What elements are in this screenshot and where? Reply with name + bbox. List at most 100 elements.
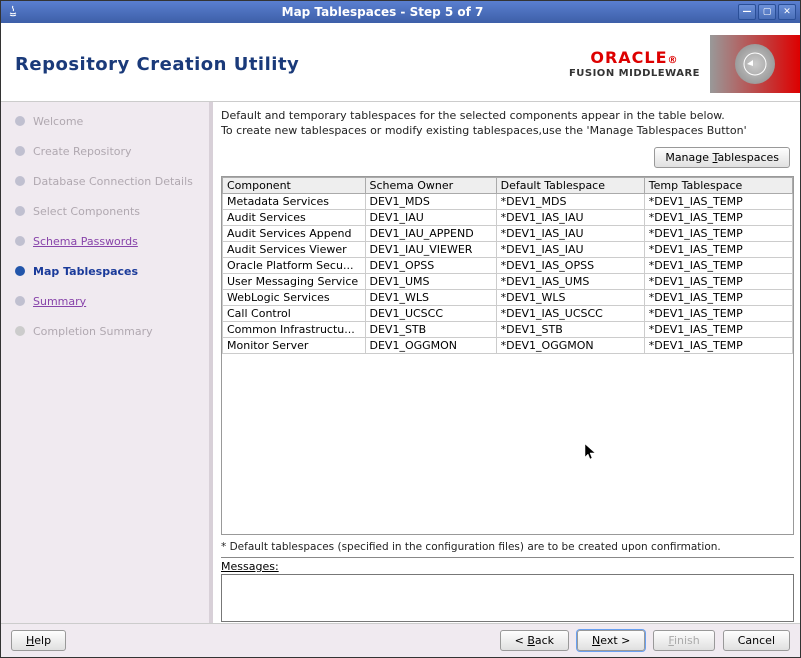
wizard-step-5: Map Tablespaces [1, 262, 209, 280]
cell-c4[interactable]: *DEV1_IAS_TEMP [644, 257, 792, 273]
fusion-middleware-text: FUSION MIDDLEWARE [569, 68, 700, 80]
wizard-step-4[interactable]: Schema Passwords [1, 232, 209, 250]
table-empty-area [222, 354, 793, 534]
minimize-button[interactable]: — [738, 4, 756, 20]
titlebar: Map Tablespaces - Step 5 of 7 — ▢ ✕ [1, 1, 800, 23]
wizard-step-0: Welcome [1, 112, 209, 130]
table-row[interactable]: Audit Services AppendDEV1_IAU_APPEND*DEV… [223, 225, 793, 241]
table-row[interactable]: Common Infrastructu...DEV1_STB*DEV1_STB*… [223, 321, 793, 337]
tablespace-table[interactable]: Component Schema Owner Default Tablespac… [221, 176, 794, 535]
finish-button: Finish [653, 630, 714, 651]
cell-c4[interactable]: *DEV1_IAS_TEMP [644, 241, 792, 257]
col-schema-owner[interactable]: Schema Owner [365, 177, 496, 193]
cell-c1[interactable]: Call Control [223, 305, 366, 321]
app-title: Repository Creation Utility [15, 54, 299, 75]
table-row[interactable]: WebLogic ServicesDEV1_WLS*DEV1_WLS*DEV1_… [223, 289, 793, 305]
table-row[interactable]: Audit ServicesDEV1_IAU*DEV1_IAS_IAU*DEV1… [223, 209, 793, 225]
cell-c2[interactable]: DEV1_UCSCC [365, 305, 496, 321]
footer: Help < Back Next > Finish Cancel [1, 623, 800, 657]
cell-c1[interactable]: Monitor Server [223, 337, 366, 353]
cell-c2[interactable]: DEV1_IAU [365, 209, 496, 225]
cell-c3[interactable]: *DEV1_IAS_IAU [496, 209, 644, 225]
cell-c2[interactable]: DEV1_STB [365, 321, 496, 337]
step-label: Database Connection Details [33, 175, 193, 188]
cell-c1[interactable]: Common Infrastructu... [223, 321, 366, 337]
cell-c1[interactable]: User Messaging Service [223, 273, 366, 289]
cell-c2[interactable]: DEV1_UMS [365, 273, 496, 289]
table-row[interactable]: Metadata ServicesDEV1_MDS*DEV1_MDS*DEV1_… [223, 193, 793, 209]
cell-c3[interactable]: *DEV1_IAS_UCSCC [496, 305, 644, 321]
body: Welcome Create Repository Database Connect… [1, 102, 800, 623]
manage-tablespaces-button[interactable]: Manage Tablespaces [654, 147, 790, 168]
instruction-line: To create new tablespaces or modify exis… [221, 123, 794, 138]
cell-c3[interactable]: *DEV1_OGGMON [496, 337, 644, 353]
brand-stripe [710, 35, 800, 93]
wizard-step-2: Database Connection Details [1, 172, 209, 190]
cell-c3[interactable]: *DEV1_IAS_IAU [496, 225, 644, 241]
window-title: Map Tablespaces - Step 5 of 7 [27, 5, 738, 19]
next-button[interactable]: Next > [577, 630, 645, 651]
cell-c1[interactable]: Audit Services [223, 209, 366, 225]
cancel-button[interactable]: Cancel [723, 630, 790, 651]
col-component[interactable]: Component [223, 177, 366, 193]
content-panel: Default and temporary tablespaces for th… [209, 102, 800, 623]
step-dot-icon [15, 206, 25, 216]
cell-c1[interactable]: Oracle Platform Secu... [223, 257, 366, 273]
cell-c3[interactable]: *DEV1_IAS_IAU [496, 241, 644, 257]
table-row[interactable]: Call ControlDEV1_UCSCC*DEV1_IAS_UCSCC*DE… [223, 305, 793, 321]
cell-c1[interactable]: Metadata Services [223, 193, 366, 209]
cell-c1[interactable]: WebLogic Services [223, 289, 366, 305]
cell-c1[interactable]: Audit Services Viewer [223, 241, 366, 257]
cell-c4[interactable]: *DEV1_IAS_TEMP [644, 225, 792, 241]
step-dot-icon [15, 296, 25, 306]
messages-area[interactable] [221, 574, 794, 622]
step-dot-icon [15, 146, 25, 156]
cell-c3[interactable]: *DEV1_STB [496, 321, 644, 337]
instructions: Default and temporary tablespaces for th… [221, 106, 794, 143]
cell-c3[interactable]: *DEV1_MDS [496, 193, 644, 209]
table-row[interactable]: User Messaging ServiceDEV1_UMS*DEV1_IAS_… [223, 273, 793, 289]
app-window: Map Tablespaces - Step 5 of 7 — ▢ ✕ Repo… [0, 0, 801, 658]
wizard-step-3: Select Components [1, 202, 209, 220]
cell-c4[interactable]: *DEV1_IAS_TEMP [644, 337, 792, 353]
cell-c2[interactable]: DEV1_OPSS [365, 257, 496, 273]
step-label: Select Components [33, 205, 140, 218]
cell-c2[interactable]: DEV1_MDS [365, 193, 496, 209]
step-label: Map Tablespaces [33, 265, 138, 278]
cell-c4[interactable]: *DEV1_IAS_TEMP [644, 273, 792, 289]
wizard-step-1: Create Repository [1, 142, 209, 160]
cell-c2[interactable]: DEV1_IAU_VIEWER [365, 241, 496, 257]
step-dot-icon [15, 176, 25, 186]
brand-stripe-icon [735, 44, 775, 84]
table-row[interactable]: Oracle Platform Secu...DEV1_OPSS*DEV1_IA… [223, 257, 793, 273]
step-label: Completion Summary [33, 325, 153, 338]
step-label: Create Repository [33, 145, 132, 158]
cell-c4[interactable]: *DEV1_IAS_TEMP [644, 209, 792, 225]
cell-c4[interactable]: *DEV1_IAS_TEMP [644, 289, 792, 305]
cell-c3[interactable]: *DEV1_IAS_OPSS [496, 257, 644, 273]
col-default-tablespace[interactable]: Default Tablespace [496, 177, 644, 193]
cell-c4[interactable]: *DEV1_IAS_TEMP [644, 193, 792, 209]
maximize-button[interactable]: ▢ [758, 4, 776, 20]
cell-c3[interactable]: *DEV1_WLS [496, 289, 644, 305]
header: Repository Creation Utility ORACLE® FUSI… [1, 23, 800, 102]
cell-c3[interactable]: *DEV1_IAS_UMS [496, 273, 644, 289]
table-row[interactable]: Monitor ServerDEV1_OGGMON*DEV1_OGGMON*DE… [223, 337, 793, 353]
wizard-step-6[interactable]: Summary [1, 292, 209, 310]
help-button[interactable]: Help [11, 630, 66, 651]
table-row[interactable]: Audit Services ViewerDEV1_IAU_VIEWER*DEV… [223, 241, 793, 257]
cell-c2[interactable]: DEV1_OGGMON [365, 337, 496, 353]
cell-c2[interactable]: DEV1_WLS [365, 289, 496, 305]
col-temp-tablespace[interactable]: Temp Tablespace [644, 177, 792, 193]
step-label: Welcome [33, 115, 83, 128]
table-header-row: Component Schema Owner Default Tablespac… [223, 177, 793, 193]
oracle-logo-text: ORACLE® [569, 48, 700, 67]
cell-c4[interactable]: *DEV1_IAS_TEMP [644, 321, 792, 337]
close-button[interactable]: ✕ [778, 4, 796, 20]
back-button[interactable]: < Back [500, 630, 569, 651]
cell-c4[interactable]: *DEV1_IAS_TEMP [644, 305, 792, 321]
cell-c2[interactable]: DEV1_IAU_APPEND [365, 225, 496, 241]
java-icon [5, 4, 21, 20]
cell-c1[interactable]: Audit Services Append [223, 225, 366, 241]
step-dot-icon [15, 266, 25, 276]
